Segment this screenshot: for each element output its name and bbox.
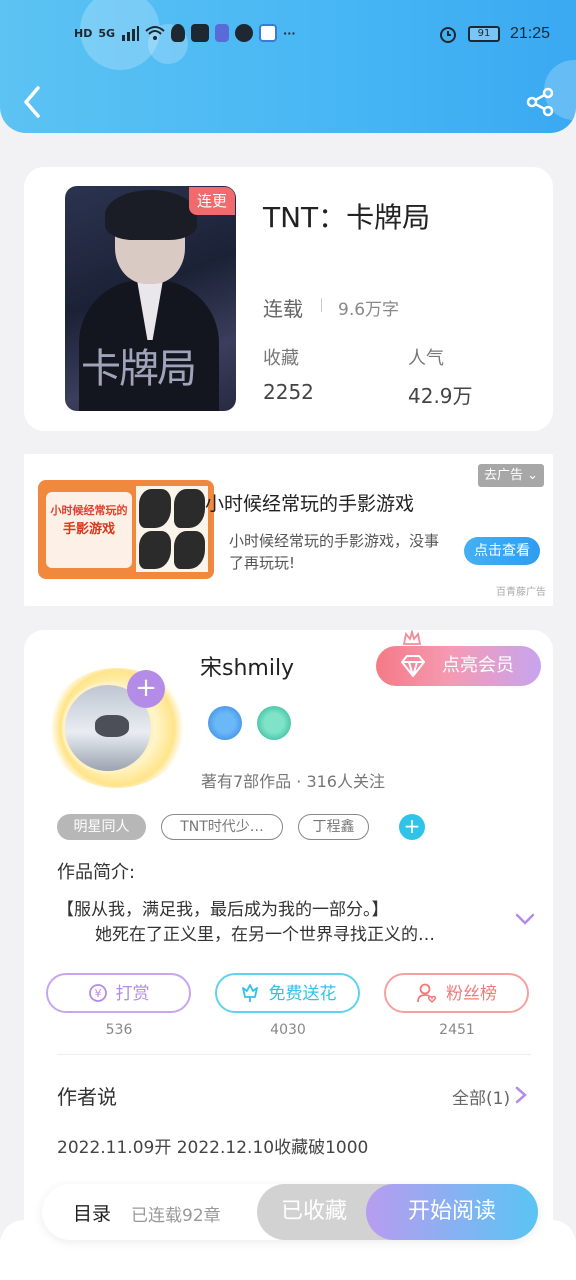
divider <box>57 1054 531 1055</box>
medal-icon[interactable] <box>208 706 242 740</box>
ad-image-text: 手影游戏 <box>62 522 115 537</box>
follow-plus-button[interactable]: + <box>127 670 165 708</box>
app-icon <box>259 24 278 42</box>
status-bar: HD 5G ··· 91 21:25 <box>0 22 576 50</box>
intro-line: 【服从我，满足我，最后成为我的一部分。】 <box>57 900 389 920</box>
ad-image-grid <box>136 486 208 572</box>
ad-view-button[interactable]: 点击查看 <box>464 537 540 565</box>
author-name[interactable]: 宋shmily <box>200 650 294 682</box>
ad-description: 小时候经常玩的手影游戏，没事了再玩玩! <box>229 532 440 572</box>
diamond-icon <box>401 655 425 677</box>
author-says-text[interactable]: 2022.11.09开 2022.12.10收藏破1000 <box>57 1133 368 1158</box>
hand-shadow-shape <box>173 530 205 569</box>
qq-icon <box>171 24 186 42</box>
status-time: 21:25 <box>509 25 550 42</box>
battery-icon: 91 <box>467 26 500 42</box>
ad-title[interactable]: 小时候经常玩的手影游戏 <box>205 489 414 516</box>
fans-count: 2451 <box>439 1022 475 1038</box>
hand-shadow-shape <box>139 489 171 528</box>
book-status: 连载 <box>263 297 303 321</box>
author-says-label: 作者说 <box>57 1085 117 1109</box>
hand-shadow-shape <box>173 489 205 528</box>
wifi-icon <box>145 26 165 40</box>
tag-chip[interactable]: 丁程鑫 <box>298 814 369 840</box>
top-header <box>0 0 576 133</box>
add-tag-button[interactable]: + <box>399 814 425 840</box>
tag-chip[interactable]: 明星同人 <box>57 814 146 840</box>
book-title: TNT：卡牌局 <box>263 201 431 234</box>
ad-source: 百青藤广告 <box>496 587 546 598</box>
medal-icon[interactable] <box>257 706 291 740</box>
flower-count: 4030 <box>270 1022 306 1038</box>
more-notifications: ··· <box>283 26 296 40</box>
reward-label: 打赏 <box>115 984 150 1004</box>
reward-count: 536 <box>105 1022 133 1038</box>
reward-button[interactable]: ¥ 打赏 <box>46 973 191 1013</box>
user-heart-icon <box>417 983 437 1004</box>
cover-title: 卡牌局 <box>81 346 197 392</box>
svg-text:¥: ¥ <box>94 987 101 1000</box>
network-indicator: 5G <box>98 26 116 40</box>
signal-icon <box>122 26 140 41</box>
word-count: 9.6万字 <box>338 300 400 320</box>
back-arrow-icon[interactable] <box>18 84 50 120</box>
avatar-figure <box>95 715 129 737</box>
remove-ad-button[interactable]: 去广告 ⌄ <box>478 464 544 487</box>
author-says-all-link[interactable]: 全部(1) <box>452 1084 510 1109</box>
hd-indicator: HD <box>74 26 93 40</box>
send-flower-button[interactable]: 免费送花 <box>215 973 360 1013</box>
update-badge: 连更 <box>189 187 235 215</box>
chapter-count[interactable]: 已连载92章 <box>131 1201 221 1226</box>
flower-label: 免费送花 <box>268 984 337 1004</box>
intro-line: 她死在了正义里，在另一个世界寻找正义的… <box>95 925 435 945</box>
fans-rank-button[interactable]: 粉丝榜 <box>384 973 529 1013</box>
flower-icon <box>241 984 258 1002</box>
ad-image-text: 小时候经常玩的 <box>50 504 128 517</box>
coin-icon: ¥ <box>88 984 107 1002</box>
popularity-label: 人气 <box>408 348 444 369</box>
author-avatar[interactable] <box>47 668 187 788</box>
ad-image[interactable]: 小时候经常玩的 手影游戏 <box>38 480 214 579</box>
start-reading-button[interactable]: 开始阅读 <box>366 1184 538 1240</box>
book-cover[interactable]: 卡牌局 <box>65 186 236 411</box>
hand-shadow-shape <box>139 530 171 569</box>
cover-figure <box>105 190 197 240</box>
divider <box>321 298 322 312</box>
author-meta: 著有7部作品 · 316人关注 <box>201 772 385 791</box>
fans-label: 粉丝榜 <box>446 984 497 1004</box>
crown-icon <box>402 630 422 645</box>
popularity-value: 42.9万 <box>408 384 473 408</box>
tag-chip[interactable]: TNT时代少… <box>161 814 283 840</box>
chevron-down-icon[interactable] <box>514 910 536 928</box>
intro-text[interactable]: 【服从我，满足我，最后成为我的一部分。】 她死在了正义里，在另一个世界寻找正义的… <box>57 898 497 948</box>
collect-value: 2252 <box>263 380 314 404</box>
app-icon <box>215 24 230 42</box>
app-icon <box>191 24 210 42</box>
wechat-icon <box>235 24 254 42</box>
collect-label: 收藏 <box>263 348 299 369</box>
alarm-icon <box>439 27 456 43</box>
chevron-right-icon[interactable] <box>514 1085 528 1105</box>
share-icon[interactable] <box>524 86 556 118</box>
toc-button[interactable]: 目录 <box>73 1199 111 1226</box>
intro-label: 作品简介: <box>57 862 136 883</box>
